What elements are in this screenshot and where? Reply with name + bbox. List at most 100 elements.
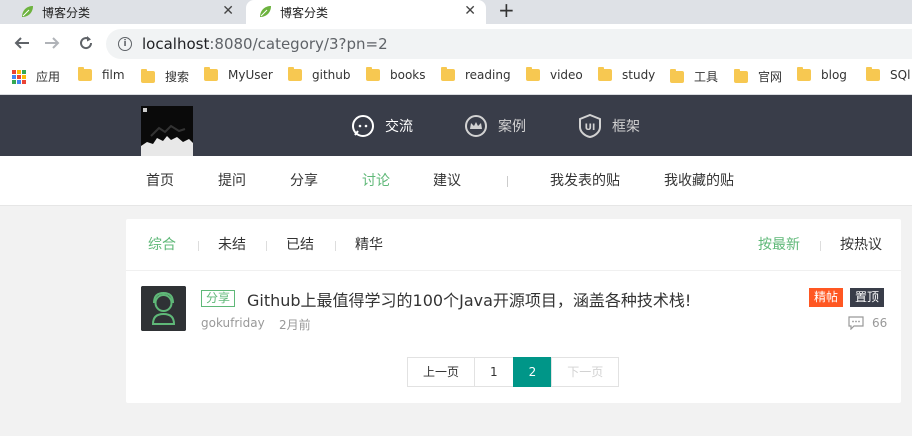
folder-icon <box>866 67 880 81</box>
subnav-item-questions[interactable]: 提问 <box>218 156 246 206</box>
nav-label: 框架 <box>612 118 640 135</box>
divider <box>507 176 508 187</box>
bookmark-label: video <box>550 68 583 82</box>
nav-label: 交流 <box>385 118 413 135</box>
category-nav: 首页 提问 分享 讨论 建议 我发表的贴 我收藏的贴 <box>0 156 912 206</box>
bookmark-folder[interactable]: reading <box>441 67 511 82</box>
reload-icon[interactable] <box>74 31 98 55</box>
site-header: 交流 案例 UI 框架 <box>0 95 912 156</box>
pinned-badge: 置顶 <box>850 288 885 307</box>
my-favorites-link[interactable]: 我收藏的贴 <box>664 156 734 206</box>
filter-unresolved[interactable]: 未结 <box>218 219 246 271</box>
current-page-button[interactable]: 2 <box>512 357 553 387</box>
post-title[interactable]: Github上最值得学习的100个Java开源项目，涵盖各种技术栈! <box>247 287 691 311</box>
comment-icon <box>848 316 864 330</box>
folder-icon <box>670 68 684 83</box>
tab-title: 博客分类 <box>280 5 329 20</box>
folder-icon <box>797 67 811 81</box>
subnav-item-suggest[interactable]: 建议 <box>433 156 461 206</box>
apps-icon <box>12 69 26 84</box>
nav-cases[interactable]: 案例 <box>464 95 526 156</box>
subnav-item-discuss[interactable]: 讨论 <box>362 156 390 206</box>
divider <box>266 241 267 251</box>
back-arrow-icon[interactable] <box>10 31 34 55</box>
url-path: :8080/category/3?pn=2 <box>209 35 388 53</box>
svg-text:UI: UI <box>585 123 596 133</box>
bookmark-label: 应用 <box>36 70 61 84</box>
post-list-panel: 综合 未结 已结 精华 按最新 按热议 分享 Github上最值得学习的100个… <box>126 219 901 403</box>
leaf-icon <box>22 6 33 17</box>
bookmark-folder[interactable]: 官网 <box>734 68 782 85</box>
bookmark-label: blog <box>821 68 847 82</box>
divider <box>820 241 821 251</box>
nav-label: 案例 <box>498 118 526 135</box>
filter-resolved[interactable]: 已结 <box>286 219 314 271</box>
browser-tab[interactable]: 博客分类 ✕ <box>0 0 244 24</box>
subnav-item-share[interactable]: 分享 <box>290 156 318 206</box>
bookmark-folder[interactable]: SQl <box>866 67 911 82</box>
sort-hot[interactable]: 按热议 <box>840 219 882 271</box>
prev-page-button[interactable]: 上一页 <box>407 357 476 387</box>
folder-icon <box>366 67 380 81</box>
bookmark-folder[interactable]: github <box>288 67 351 82</box>
page-button[interactable]: 1 <box>474 357 514 387</box>
bookmark-folder[interactable]: 搜索 <box>141 68 189 85</box>
close-icon[interactable]: ✕ <box>464 3 476 19</box>
leaf-icon <box>260 6 271 17</box>
tab-title: 博客分类 <box>42 5 91 20</box>
bookmark-folder[interactable]: 工具 <box>670 68 718 85</box>
bookmark-label: reading <box>465 68 511 82</box>
bookmark-folder[interactable]: books <box>366 67 426 82</box>
filter-bar: 综合 未结 已结 精华 按最新 按热议 <box>126 219 901 271</box>
site-logo[interactable] <box>141 106 193 156</box>
folder-icon <box>441 67 455 81</box>
featured-badge: 精帖 <box>809 288 844 307</box>
bookmark-folder[interactable]: video <box>526 67 583 82</box>
filter-featured[interactable]: 精华 <box>355 219 383 271</box>
post-author[interactable]: gokufriday <box>201 316 265 330</box>
next-page-button[interactable]: 下一页 <box>551 357 620 387</box>
bookmark-folder[interactable]: film <box>78 67 125 82</box>
my-posts-link[interactable]: 我发表的贴 <box>550 156 620 206</box>
folder-icon <box>734 68 748 83</box>
divider <box>198 241 199 251</box>
nav-framework[interactable]: UI 框架 <box>578 95 640 156</box>
avatar[interactable] <box>141 286 186 331</box>
nav-exchange[interactable]: 交流 <box>351 95 413 156</box>
url-host: localhost <box>142 35 210 53</box>
bookmark-label: MyUser <box>228 68 273 82</box>
bookmark-label: github <box>312 68 351 82</box>
subnav-item-home[interactable]: 首页 <box>146 156 174 206</box>
chat-icon <box>352 114 374 137</box>
ui-shield-icon: UI <box>579 113 601 138</box>
bookmark-label: SQl <box>890 68 911 82</box>
bookmark-folder[interactable]: blog <box>797 67 847 82</box>
list-item: 分享 Github上最值得学习的100个Java开源项目，涵盖各种技术栈! go… <box>126 271 901 351</box>
bookmark-label: books <box>390 68 426 82</box>
pagination: 上一页 1 2 下一页 <box>407 357 620 387</box>
bookmarks-bar: 应用 film 搜索 MyUser github books reading v… <box>0 62 912 95</box>
folder-icon <box>288 67 302 81</box>
bookmark-apps[interactable]: 应用 <box>12 68 60 85</box>
bookmark-folder[interactable]: study <box>598 67 655 82</box>
new-tab-button[interactable]: + <box>498 0 515 22</box>
sort-latest[interactable]: 按最新 <box>758 219 800 271</box>
folder-icon <box>78 67 92 81</box>
address-bar[interactable]: i localhost:8080/category/3?pn=2 <box>106 29 912 59</box>
forward-arrow-icon[interactable] <box>40 31 64 55</box>
info-icon[interactable]: i <box>118 37 132 51</box>
bookmark-label: film <box>102 68 125 82</box>
post-time: 2月前 <box>279 318 311 332</box>
browser-tab-active[interactable]: 博客分类 ✕ <box>246 0 486 24</box>
browser-tabstrip: 博客分类 ✕ 博客分类 ✕ + <box>0 0 912 24</box>
close-icon[interactable]: ✕ <box>222 3 234 19</box>
folder-icon <box>141 68 155 83</box>
crown-icon <box>465 114 487 137</box>
bookmark-label: 工具 <box>694 70 719 84</box>
category-tag[interactable]: 分享 <box>201 290 236 307</box>
filter-all[interactable]: 综合 <box>148 219 176 271</box>
browser-toolbar: i localhost:8080/category/3?pn=2 <box>0 24 912 62</box>
divider <box>335 241 336 251</box>
folder-icon <box>526 67 540 81</box>
bookmark-folder[interactable]: MyUser <box>204 67 273 82</box>
